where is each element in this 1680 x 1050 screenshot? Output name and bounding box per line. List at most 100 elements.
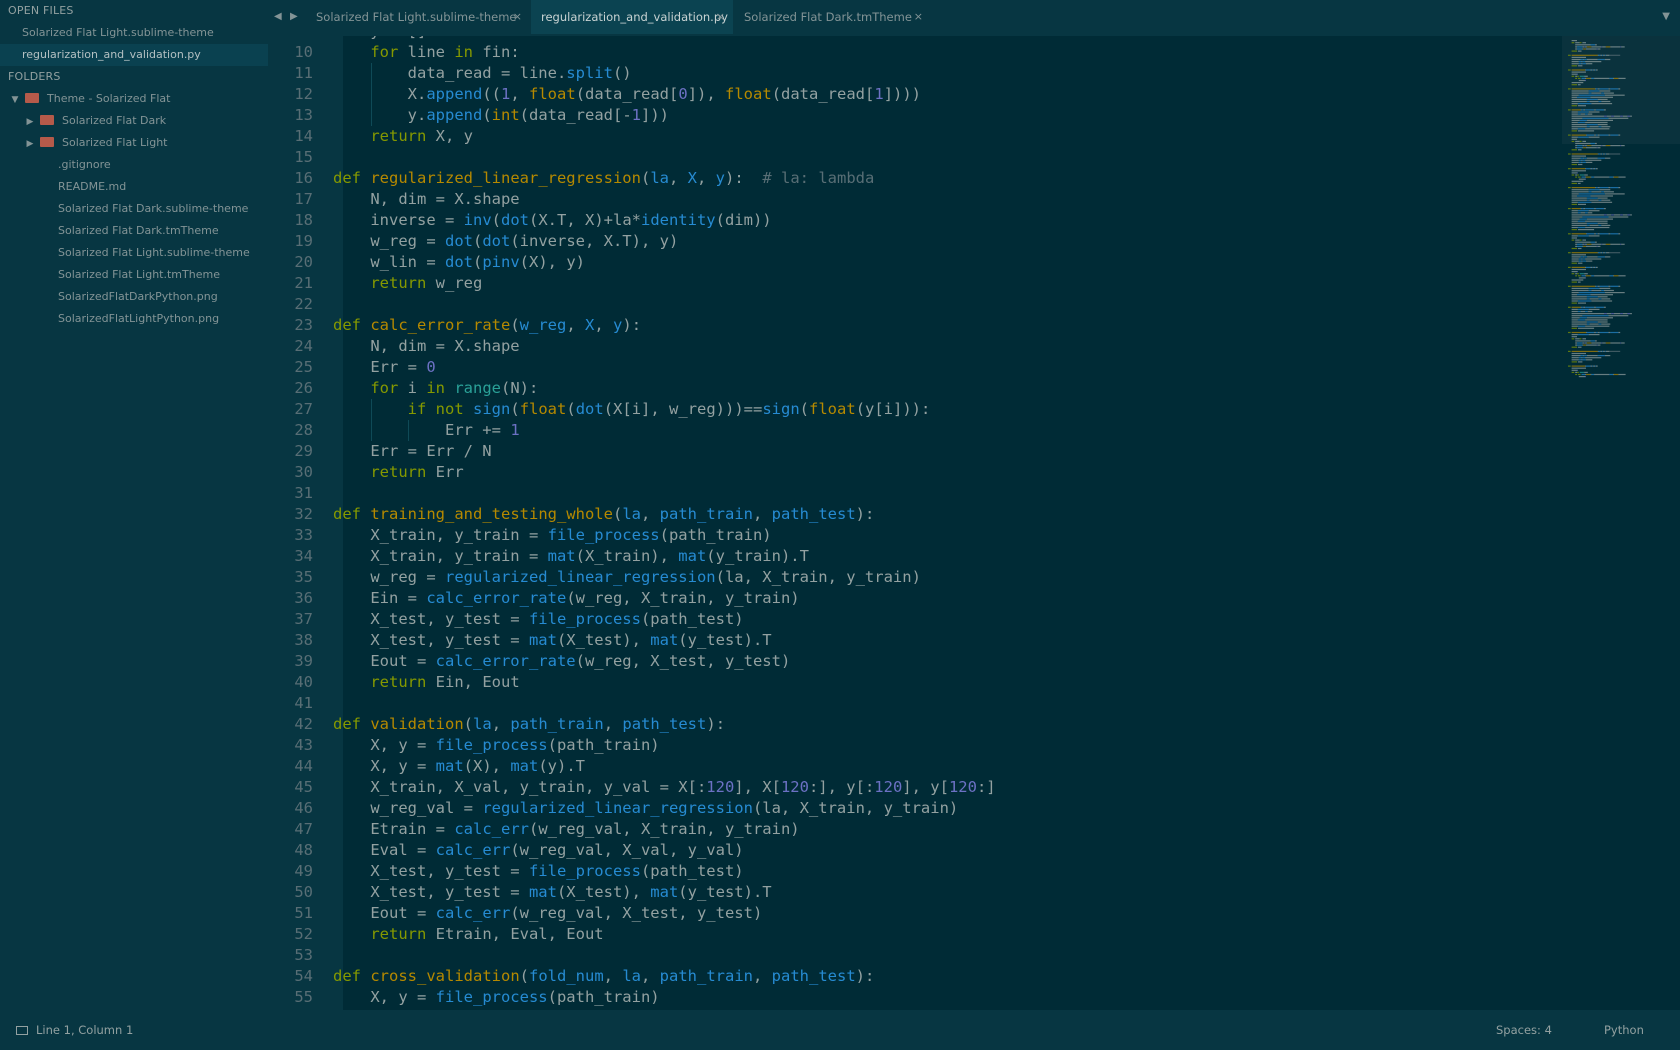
code-token: fin: [473, 43, 520, 61]
code-line[interactable]: 50 X_test, y_test = mat(X_test), mat(y_t… [268, 882, 1568, 903]
code-line[interactable]: 49 X_test, y_test = file_process(path_te… [268, 861, 1568, 882]
minimap-mark [1581, 260, 1583, 262]
code-line[interactable]: 35 w_reg = regularized_linear_regression… [268, 567, 1568, 588]
open-file-item[interactable]: Solarized Flat Light.sublime-theme [0, 22, 268, 44]
minimap-mark [1585, 176, 1586, 178]
minimap-mark [1591, 77, 1595, 79]
code-line[interactable]: 42 def validation(la, path_train, path_te… [268, 714, 1568, 735]
file-item[interactable]: Solarized Flat Light.tmTheme [0, 264, 268, 286]
code-line[interactable]: 17 N, dim = X.shape [268, 189, 1568, 210]
minimap-mark [1586, 256, 1598, 258]
code-token: training_and_testing_whole [370, 505, 613, 523]
code-line[interactable]: 52 return Etrain, Eval, Eout [268, 924, 1568, 945]
file-item[interactable]: SolarizedFlatLightPython.png [0, 308, 268, 330]
file-item[interactable]: Solarized Flat Dark.sublime-theme [0, 198, 268, 220]
minimap-mark [1571, 355, 1581, 357]
folder-root[interactable]: ▼ Theme - Solarized Flat [0, 88, 268, 110]
code-line[interactable]: 48 Eval = calc_err(w_reg_val, X_val, y_v… [268, 840, 1568, 861]
panel-toggle-icon[interactable] [16, 1026, 28, 1035]
code-line[interactable]: 32 def training_and_testing_whole(la, pat… [268, 504, 1568, 525]
code-line[interactable]: 15 [268, 147, 1568, 168]
code-line[interactable]: 22 [268, 294, 1568, 315]
code-line[interactable]: 20 w_lin = dot(pinv(X), y) [268, 252, 1568, 273]
tab-light-theme[interactable]: Solarized Flat Light.sublime-theme × [306, 0, 530, 34]
code-line[interactable]: 45 X_train, X_val, y_train, y_val = X[:1… [268, 777, 1568, 798]
code-line[interactable]: 19 w_reg = dot(dot(inverse, X.T), y) [268, 231, 1568, 252]
code-line[interactable]: 44 X, y = mat(X), mat(y).T [268, 756, 1568, 777]
code-line[interactable]: 12 X.append((1, float(data_read[0]), flo… [268, 84, 1568, 105]
minimap-mark [1584, 273, 1588, 275]
nav-forward-icon[interactable]: ▶ [290, 0, 298, 36]
code-line[interactable]: 28 Err += 1 [268, 420, 1568, 441]
minimap-mark [1582, 342, 1585, 344]
code-line[interactable]: 10 for line in fin: [268, 42, 1568, 63]
minimap-mark [1606, 214, 1612, 216]
code-area[interactable]: 9 y = []10 for line in fin:11 data_read … [268, 36, 1568, 1008]
minimap-mark [1598, 100, 1602, 103]
folder-item[interactable]: ▶ Solarized Flat Light [0, 132, 268, 154]
code-line[interactable]: 55 X, y = file_process(path_train) [268, 987, 1568, 1008]
file-item[interactable]: .gitignore [0, 154, 268, 176]
code-token: Eout = [333, 904, 436, 922]
code-line[interactable]: 34 X_train, y_train = mat(X_train), mat(… [268, 546, 1568, 567]
minimap-mark [1630, 115, 1632, 117]
code-line[interactable]: 29 Err = Err / N [268, 441, 1568, 462]
code-line[interactable]: 37 X_test, y_test = file_process(path_te… [268, 609, 1568, 630]
folder-item[interactable]: ▶ Solarized Flat Dark [0, 110, 268, 132]
close-icon[interactable]: × [513, 0, 522, 34]
code-line[interactable]: 43 X, y = file_process(path_train) [268, 735, 1568, 756]
minimap-mark [1581, 176, 1586, 178]
tab-dark-tmtheme[interactable]: Solarized Flat Dark.tmTheme × [734, 0, 931, 34]
code-line[interactable]: 51 Eout = calc_err(w_reg_val, X_test, y_… [268, 903, 1568, 924]
file-item[interactable]: Solarized Flat Light.sublime-theme [0, 242, 268, 264]
code-line[interactable]: 40 return Ein, Eout [268, 672, 1568, 693]
file-item[interactable]: README.md [0, 176, 268, 198]
close-icon[interactable]: × [716, 0, 725, 34]
code-line[interactable]: 23 def calc_error_rate(w_reg, X, y): [268, 315, 1568, 336]
file-item[interactable]: Solarized Flat Dark.tmTheme [0, 220, 268, 242]
code-token: file_process [528, 862, 641, 880]
minimap-mark [1577, 96, 1591, 98]
code-line[interactable]: 14 return X, y [268, 126, 1568, 147]
code-line[interactable]: 30 return Err [268, 462, 1568, 483]
minimap-mark [1581, 373, 1586, 376]
code-line[interactable]: 21 return w_reg [268, 273, 1568, 294]
nav-back-icon[interactable]: ◀ [274, 0, 282, 36]
code-line[interactable]: 25 Err = 0 [268, 357, 1568, 378]
code-line[interactable]: 11 data_read = line.split() [268, 63, 1568, 84]
code-line[interactable]: 18 inverse = inv(dot(X.T, X)+la*identity… [268, 210, 1568, 231]
chevron-right-icon[interactable]: ▶ [24, 111, 36, 133]
code-line[interactable]: 38 X_test, y_test = mat(X_test), mat(y_t… [268, 630, 1568, 651]
code-line[interactable]: 46 w_reg_val = regularized_linear_regres… [268, 798, 1568, 819]
chevron-right-icon[interactable]: ▶ [24, 133, 36, 155]
minimap-mark [1597, 124, 1608, 126]
tab-regularization[interactable]: regularization_and_validation.py × [531, 0, 733, 34]
code-line[interactable]: 54 def cross_validation(fold_num, la, pat… [268, 966, 1568, 987]
code-line[interactable]: 24 N, dim = X.shape [268, 336, 1568, 357]
code-editor[interactable]: 9 y = []10 for line in fin:11 data_read … [268, 36, 1680, 1010]
code-line[interactable]: 36 Ein = calc_error_rate(w_reg, X_train,… [268, 588, 1568, 609]
minimap-mark [1586, 317, 1613, 319]
code-line[interactable]: 53 [268, 945, 1568, 966]
code-line[interactable]: 41 [268, 693, 1568, 714]
minimap-mark [1579, 338, 1582, 340]
indentation-setting[interactable]: Spaces: 4 [1496, 1010, 1552, 1050]
code-line[interactable]: 39 Eout = calc_error_rate(w_reg, X_test,… [268, 651, 1568, 672]
code-line[interactable]: 13 y.append(int(data_read[-1])) [268, 105, 1568, 126]
minimap[interactable] [1562, 36, 1680, 1010]
code-line[interactable]: 47 Etrain = calc_err(w_reg_val, X_train,… [268, 819, 1568, 840]
minimap-mark [1609, 252, 1621, 254]
minimap-mark [1571, 109, 1581, 111]
code-line[interactable]: 16 def regularized_linear_regression(la, … [268, 168, 1568, 189]
open-file-item-active[interactable]: regularization_and_validation.py [0, 44, 268, 66]
code-line[interactable]: 26 for i in range(N): [268, 378, 1568, 399]
chevron-down-icon[interactable]: ▼ [9, 89, 21, 111]
code-line[interactable]: 33 X_train, y_train = file_process(path_… [268, 525, 1568, 546]
minimap-mark [1583, 157, 1585, 159]
syntax-setting[interactable]: Python [1604, 1010, 1644, 1050]
file-item[interactable]: SolarizedFlatDarkPython.png [0, 286, 268, 308]
code-line[interactable]: 27 if not sign(float(dot(X[i], w_reg)))=… [268, 399, 1568, 420]
tab-menu-icon[interactable]: ▼ [1662, 0, 1670, 34]
code-line[interactable]: 31 [268, 483, 1568, 504]
close-icon[interactable]: × [914, 0, 923, 34]
